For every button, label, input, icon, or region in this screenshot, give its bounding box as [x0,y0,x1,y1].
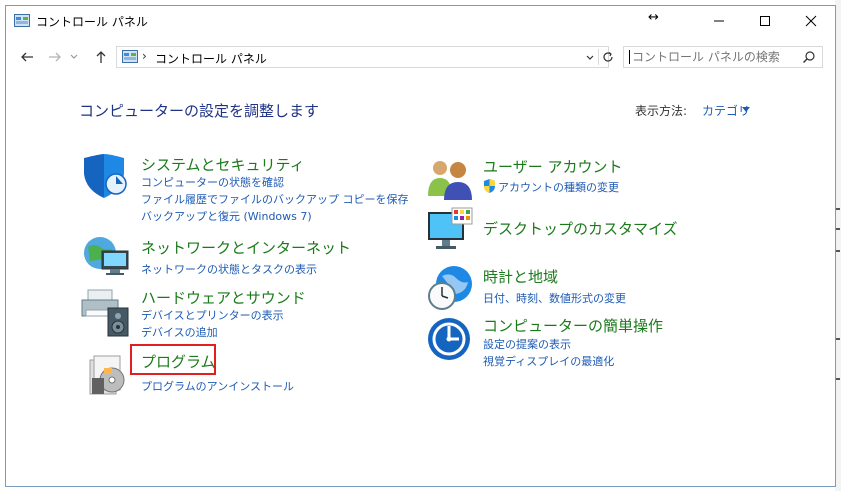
link-backup-restore[interactable]: バックアップと復元 (Windows 7) [141,208,312,224]
shield-icon[interactable] [80,154,130,202]
link-check-status[interactable]: コンピューターの状態を確認 [141,174,284,190]
desktop-customize-icon[interactable] [426,206,474,252]
category-ease-of-access[interactable]: コンピューターの簡単操作 [483,315,663,336]
search-box[interactable] [623,46,823,68]
close-button[interactable] [788,6,834,36]
background-mark [836,378,840,380]
chevron-down-icon [70,54,78,59]
link-date-time-format[interactable]: 日付、時刻、数値形式の変更 [483,290,626,306]
text-cursor [629,50,630,64]
programs-icon[interactable] [86,354,128,400]
chevron-down-icon[interactable] [742,107,750,112]
address-dropdown-icon[interactable] [584,50,596,64]
link-uninstall-program[interactable]: プログラムのアンインストール [141,378,294,394]
control-panel-icon [122,50,138,63]
page-title: コンピューターの設定を調整します [79,102,320,120]
minimize-button[interactable] [696,6,742,36]
recent-locations-button[interactable] [68,48,80,66]
content-area: コンピューターの設定を調整します 表示方法: カテゴリ システムとセキュリティ … [6,78,835,486]
network-globe-icon[interactable] [80,233,132,279]
arrow-right-icon [49,52,61,62]
printer-speaker-icon[interactable] [80,286,132,338]
arrow-up-icon [96,51,106,63]
link-add-device[interactable]: デバイスの追加 [141,324,218,340]
uac-shield-icon [484,179,495,193]
user-accounts-icon[interactable] [426,156,474,200]
link-file-history[interactable]: ファイル履歴でファイルのバックアップ コピーを保存 [141,191,409,207]
background-mark [836,250,840,252]
up-button[interactable] [92,48,110,66]
maximize-icon [760,16,770,26]
breadcrumb-separator[interactable]: › [142,49,147,63]
maximize-button[interactable] [742,6,788,36]
category-system-security[interactable]: システムとセキュリティ [141,154,305,175]
category-clock-region[interactable]: 時計と地域 [483,266,558,287]
clock-globe-icon[interactable] [426,264,474,312]
breadcrumb-separator[interactable]: › [248,49,253,63]
minimize-icon [714,20,724,22]
refresh-icon[interactable] [598,49,615,65]
search-input[interactable] [632,49,792,65]
forward-button[interactable] [46,48,64,66]
link-optimize-visual-display[interactable]: 視覚ディスプレイの最適化 [483,353,614,369]
category-programs[interactable]: プログラム [141,351,216,372]
background-mark [836,338,840,340]
link-suggested-settings[interactable]: 設定の提案の表示 [483,336,571,352]
category-desktop-customization[interactable]: デスクトップのカスタマイズ [483,218,678,239]
link-devices-printers[interactable]: デバイスとプリンターの表示 [141,307,284,323]
address-bar[interactable]: › コントロール パネル › [116,46,613,68]
back-button[interactable] [18,48,36,66]
search-icon[interactable] [802,50,816,64]
category-network-internet[interactable]: ネットワークとインターネット [141,237,351,258]
control-panel-window: コントロール パネル ↔ › コントロール パネル › コントロール パネルの検… [5,5,836,487]
category-hardware-sound[interactable]: ハードウェアとサウンド [141,287,306,308]
control-panel-icon [14,14,30,27]
window-title: コントロール パネル [36,15,148,29]
close-icon [805,15,817,27]
title-bar[interactable]: コントロール パネル ↔ [6,6,835,36]
navigation-bar: › コントロール パネル › [6,42,835,72]
background-mark [836,208,840,210]
category-user-accounts[interactable]: ユーザー アカウント [483,156,622,177]
arrow-left-icon [21,52,33,62]
view-by-label: 表示方法: [635,104,688,118]
link-network-status[interactable]: ネットワークの状態とタスクの表示 [141,261,317,277]
ease-of-access-icon[interactable] [426,316,472,362]
background-mark [836,228,840,230]
resize-cursor-icon: ↔ [648,10,659,25]
link-change-account-type[interactable]: アカウントの種類の変更 [498,179,619,195]
